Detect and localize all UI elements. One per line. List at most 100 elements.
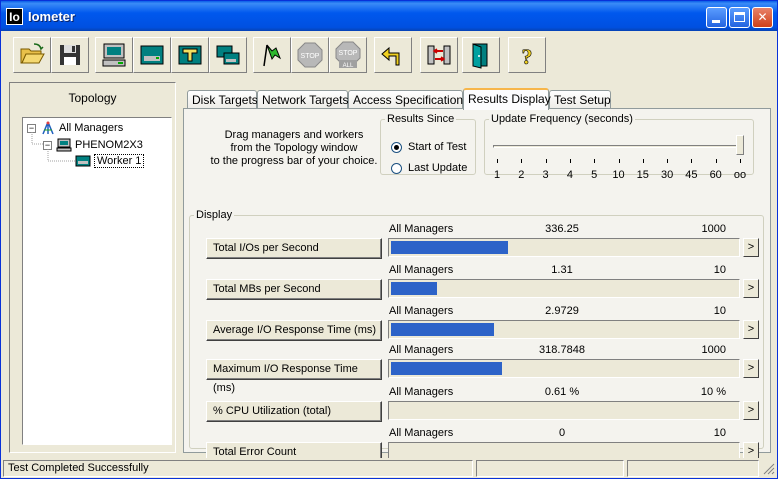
collapse-icon[interactable]: −	[27, 123, 36, 133]
status-text: Test Completed Successfully	[3, 460, 473, 477]
metric-value: 318.7848	[539, 344, 585, 356]
about-button[interactable]: ?	[508, 37, 546, 73]
close-button[interactable]: ✕	[752, 7, 773, 28]
collapse-icon[interactable]: −	[43, 140, 52, 150]
metric-progress-bar	[388, 279, 740, 298]
metric-max: 10 %	[700, 386, 726, 398]
metric-selector-button[interactable]: Total MBs per Second	[206, 279, 382, 300]
folder-icon	[20, 43, 45, 64]
results-display-page: Drag managers and workers from the Topol…	[183, 108, 771, 463]
radio-start-of-test[interactable]: Start of Test	[391, 141, 467, 153]
tab-network-targets[interactable]: Network Targets	[257, 90, 348, 109]
tab-test-setup[interactable]: Test Setup	[549, 90, 611, 109]
slider-tick	[594, 159, 596, 163]
slider-tick-label: 60	[709, 169, 722, 181]
reset-arrow-icon	[381, 46, 400, 66]
metric-max: 10	[713, 264, 726, 276]
open-config-button[interactable]	[13, 37, 51, 73]
metric-manager-label: All Managers	[389, 427, 454, 439]
start-new-network-worker-button[interactable]	[171, 37, 209, 73]
minimize-button[interactable]	[706, 7, 727, 28]
radio-last-update[interactable]: Last Update	[391, 162, 467, 174]
radio-label: Start of Test	[408, 141, 467, 153]
floppy-icon	[60, 45, 80, 65]
metric-value: 0.61 %	[544, 386, 580, 398]
tab-access-specifications[interactable]: Access Specifications	[348, 90, 469, 109]
slider-tick-label: 30	[660, 169, 674, 181]
slider-tick	[618, 159, 620, 163]
computer-icon	[56, 138, 72, 152]
slider-tick-label: 10	[612, 169, 625, 181]
slider-tick	[569, 159, 571, 163]
display-legend: Display	[196, 209, 233, 221]
disconnect-manager-button[interactable]	[420, 37, 458, 73]
status-pane-2	[476, 460, 624, 477]
metric-max: 10	[713, 305, 726, 317]
start-new-disk-worker-button[interactable]	[133, 37, 171, 73]
metric-value: 336.25	[545, 223, 579, 235]
slider-tick-label: 15	[636, 169, 649, 181]
duplicate-worker-button[interactable]	[209, 37, 247, 73]
slider-tick	[521, 159, 523, 163]
stop-all-button[interactable]: STOP ALL	[329, 37, 367, 73]
metric-max: 1000	[701, 223, 726, 235]
disconnect-icon	[427, 45, 451, 65]
update-frequency-slider-track[interactable]	[493, 145, 743, 148]
slider-tick-label: 2	[518, 169, 525, 181]
exit-button[interactable]	[462, 37, 500, 73]
maximize-button[interactable]	[729, 7, 750, 28]
metric-selector-button[interactable]: Maximum I/O Response Time (ms)	[206, 359, 382, 394]
tree-label-manager: PHENOM2X3	[75, 139, 143, 151]
save-config-button[interactable]	[51, 37, 89, 73]
tree-node-manager[interactable]: − PHENOM2X3	[43, 138, 143, 152]
status-bar: Test Completed Successfully	[1, 458, 777, 478]
update-frequency-slider-thumb[interactable]	[736, 135, 744, 155]
maximize-icon	[734, 12, 745, 22]
metric-selector-button[interactable]: Average I/O Response Time (ms)	[206, 320, 382, 341]
tab-control: Disk Targets Network Targets Access Spec…	[183, 82, 771, 463]
app-icon: Io	[6, 8, 23, 25]
resize-grip-icon[interactable]	[763, 463, 775, 475]
stop-test-button[interactable]: STOP	[291, 37, 329, 73]
metric-scroll-button[interactable]: >	[743, 238, 759, 257]
metric-value: 2.9729	[545, 305, 579, 317]
metric-selector-button[interactable]: Total I/Os per Second	[206, 238, 382, 259]
metric-scroll-button[interactable]: >	[743, 320, 759, 339]
stop-all-label: STOP	[339, 50, 358, 57]
metric-manager-label: All Managers	[389, 305, 454, 317]
metric-manager-label: All Managers	[389, 344, 454, 356]
radio-checked-icon[interactable]	[391, 141, 402, 153]
topology-tree[interactable]: − All Managers − PHENOM2X3 Worker 1	[22, 117, 172, 445]
topology-panel: Topology − All Managers − PHENOM2X3 Work…	[9, 82, 176, 453]
radio-label: Last Update	[408, 162, 468, 174]
help-label: ?	[522, 44, 533, 69]
title-bar[interactable]: Io Iometer ✕	[1, 1, 777, 31]
display-group: Display Total I/Os per Second All Manager…	[189, 209, 764, 463]
metric-progress-bar	[388, 359, 740, 378]
tab-results-display[interactable]: Results Display	[463, 88, 551, 110]
start-new-manager-button[interactable]	[95, 37, 133, 73]
stop-all-icon: STOP ALL	[335, 41, 361, 69]
tab-disk-targets[interactable]: Disk Targets	[187, 90, 258, 109]
tree-node-all-managers[interactable]: − All Managers	[27, 121, 123, 135]
metric-scroll-button[interactable]: >	[743, 279, 759, 298]
drag-hint: Drag managers and workers from the Topol…	[204, 129, 384, 168]
slider-tick	[691, 159, 693, 163]
metric-manager-label: All Managers	[389, 386, 454, 398]
status-pane-3	[627, 460, 759, 477]
drag-hint-line: from the Topology window	[230, 142, 358, 154]
radio-unchecked-icon[interactable]	[391, 162, 402, 174]
tree-node-worker[interactable]: Worker 1	[75, 154, 145, 168]
green-flag-icon	[263, 44, 282, 67]
metric-value: 1.31	[551, 264, 573, 276]
drag-hint-line: to the progress bar of your choice.	[210, 155, 378, 167]
metric-scroll-button[interactable]: >	[743, 401, 759, 420]
metric-scroll-button[interactable]: >	[743, 359, 759, 378]
reset-workers-button[interactable]	[374, 37, 412, 73]
metric-selector-button[interactable]: % CPU Utilization (total)	[206, 401, 382, 422]
metric-manager-label: All Managers	[389, 264, 454, 276]
start-tests-button[interactable]	[253, 37, 291, 73]
computer-icon	[102, 43, 126, 67]
metric-progress-fill	[391, 323, 494, 336]
stop-label: STOP	[301, 53, 320, 60]
